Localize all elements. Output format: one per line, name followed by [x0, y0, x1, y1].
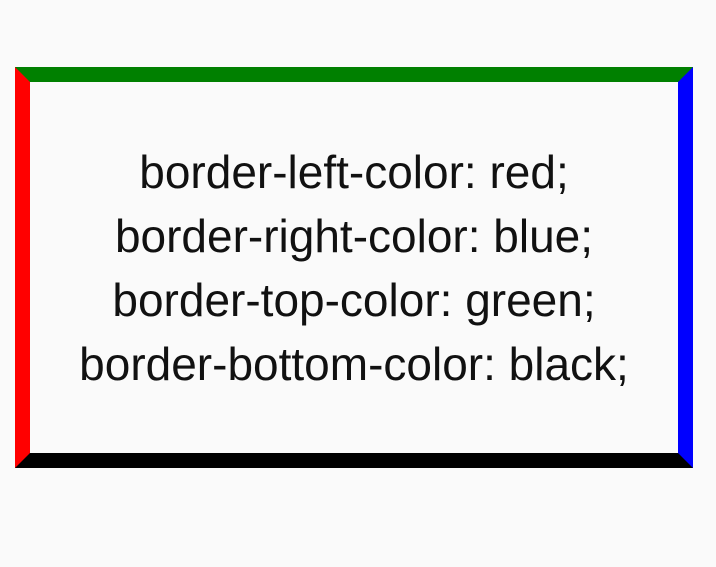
- text-line-left-color: border-left-color: red;: [139, 145, 569, 198]
- text-line-right-color: border-right-color: blue;: [114, 209, 594, 262]
- bordered-box: border-left-color: red; border-right-col…: [15, 67, 693, 468]
- text-line-bottom-color: border-bottom-color: black;: [79, 337, 629, 390]
- text-line-top-color: border-top-color: green;: [112, 273, 596, 326]
